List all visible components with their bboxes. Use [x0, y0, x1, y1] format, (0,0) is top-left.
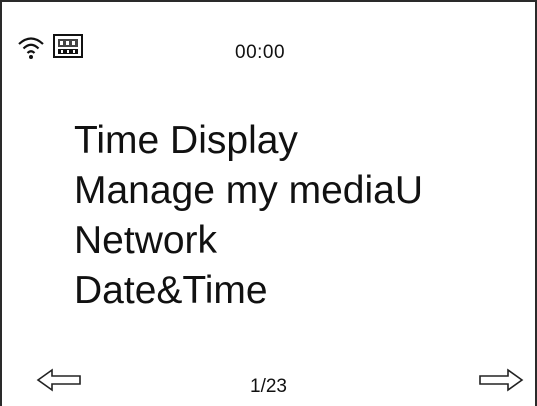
- menu-item-time-display[interactable]: Time Display: [74, 116, 423, 166]
- clock: 00:00: [235, 42, 286, 63]
- menu-item-manage-my-mediau[interactable]: Manage my mediaU: [74, 166, 423, 216]
- device-screen: 00:00 Time Display Manage my mediaU Netw…: [0, 0, 537, 406]
- menu-item-date-time[interactable]: Date&Time: [74, 266, 423, 316]
- arrow-right-icon[interactable]: [476, 368, 524, 392]
- navigation-bar: 1/23: [2, 356, 535, 406]
- page-indicator: 1/23: [250, 376, 287, 397]
- status-bar: 00:00: [2, 2, 535, 72]
- settings-menu: Time Display Manage my mediaU Network Da…: [74, 116, 423, 316]
- arrow-left-icon[interactable]: [36, 368, 84, 392]
- wifi-icon: [18, 37, 44, 59]
- network-icon: [53, 34, 83, 58]
- menu-item-network[interactable]: Network: [74, 216, 423, 266]
